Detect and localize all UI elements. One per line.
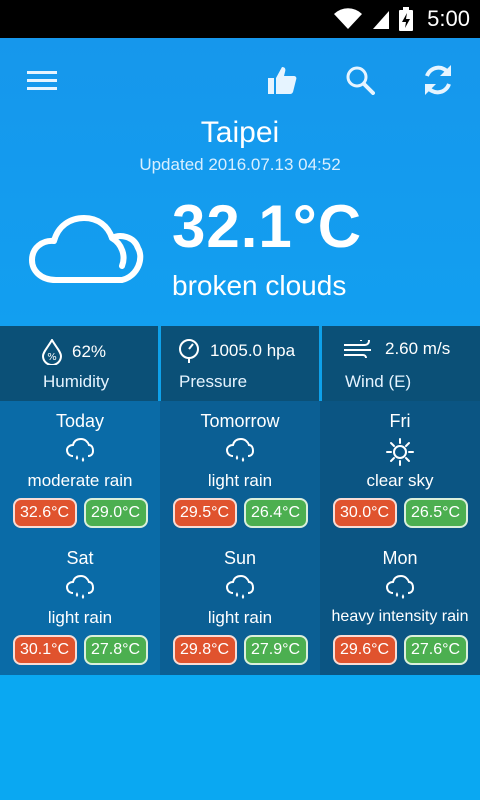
cloud-icon [29,215,144,283]
current-description: broken clouds [172,270,347,301]
forecast-description: heavy intensity rain [331,608,469,625]
forecast-day-sat[interactable]: Sat light rain 30.1°C 27.8°C [0,538,160,675]
refresh-button[interactable] [418,60,458,100]
forecast-day-name: Sun [223,548,257,568]
forecast-day-today[interactable]: Today moderate rain 32.6°C 29.0°C [0,401,160,538]
humidity-value: 62% [72,342,107,361]
hamburger-menu-icon [27,71,57,90]
sun-icon [386,438,414,466]
min-temp-badge: 27.8°C [83,635,148,665]
rain-cloud-icon [386,575,414,599]
forecast-day-name: Tomorrow [200,411,280,431]
humidity-icon: % [42,339,62,365]
rain-cloud-icon [66,438,94,462]
wifi-icon [334,8,363,29]
max-temp-badge: 32.6°C [12,498,77,528]
max-temp-badge: 29.6°C [332,635,397,665]
forecast-day-name: Fri [389,411,411,431]
forecast-description: light rain [207,471,273,490]
menu-button[interactable] [24,64,60,98]
stats-row: % 62% Humidity 1005.0 hpa Pressure 2.60 … [0,326,480,401]
rain-cloud-icon [66,575,94,599]
max-temp-badge: 30.1°C [12,635,77,665]
forecast-day-name: Today [55,411,105,431]
forecast-description: clear sky [366,471,434,490]
rain-cloud-icon [226,438,254,462]
svg-text:%: % [47,352,57,363]
forecast-description: light rain [207,608,273,627]
min-temp-badge: 27.9°C [243,635,308,665]
forecast-day-mon[interactable]: Mon heavy intensity rain 29.6°C 27.6°C [320,538,480,675]
signal-icon [373,11,390,29]
max-temp-badge: 29.8°C [172,635,237,665]
like-button[interactable] [264,62,300,98]
humidity-label: Humidity [43,372,110,391]
wind-value: 2.60 m/s [385,339,451,358]
rain-cloud-icon [226,575,254,599]
min-temp-badge: 26.4°C [243,498,308,528]
min-temp-badge: 27.6°C [403,635,468,665]
city-name: Taipei [200,116,280,149]
min-temp-badge: 29.0°C [83,498,148,528]
forecast-description: light rain [47,608,113,627]
forecast-day-sun[interactable]: Sun light rain 29.8°C 27.9°C [160,538,320,675]
wind-label: Wind (E) [345,372,412,391]
max-temp-badge: 29.5°C [172,498,237,528]
humidity-stat: % 62% Humidity [0,326,158,401]
pressure-stat: 1005.0 hpa Pressure [158,326,319,401]
forecast-day-name: Sat [66,548,94,568]
updated-time: Updated 2016.07.13 04:52 [139,155,341,174]
current-weather-panel: Taipei Updated 2016.07.13 04:52 32.1°C b… [0,38,480,326]
forecast-grid: Today moderate rain 32.6°C 29.0°C Tomorr… [0,401,480,675]
forecast-day-tomorrow[interactable]: Tomorrow light rain 29.5°C 26.4°C [160,401,320,538]
current-temperature: 32.1°C [172,193,363,260]
search-button[interactable] [342,62,378,98]
min-temp-badge: 26.5°C [403,498,468,528]
max-temp-badge: 30.0°C [332,498,397,528]
wind-stat: 2.60 m/s Wind (E) [319,326,480,401]
wind-icon [344,340,371,358]
search-icon [346,66,375,95]
refresh-icon [425,65,451,95]
pressure-gauge-icon [179,339,199,363]
status-time: 5:00 [427,6,470,31]
pressure-value: 1005.0 hpa [210,341,296,360]
forecast-day-fri[interactable]: Fri clear sky 30.0°C 26.5°C [320,401,480,538]
battery-charging-icon [399,7,414,31]
forecast-description: moderate rain [27,471,133,490]
forecast-day-name: Mon [382,548,418,568]
pressure-label: Pressure [179,372,248,391]
thumbs-up-icon [268,67,297,94]
status-bar: 5:00 [0,0,480,38]
